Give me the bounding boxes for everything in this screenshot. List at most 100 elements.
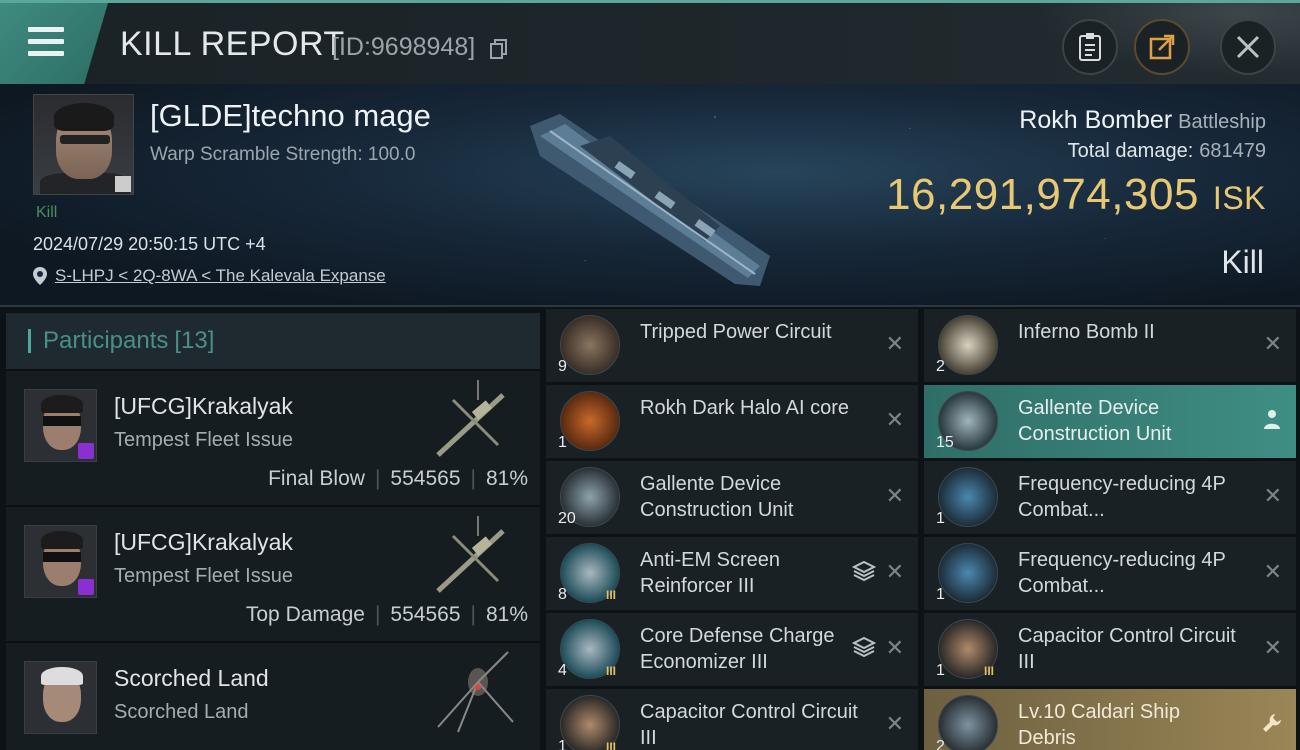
clipboard-icon <box>1079 33 1101 61</box>
items-grid: 9 Tripped Power Circuit ✕ 1 Rokh Dark Ha… <box>546 309 1300 750</box>
destroyed-x-icon: ✕ <box>1263 559 1282 584</box>
item-row[interactable]: 1 Frequency-reducing 4P Combat... ✕ <box>924 537 1296 610</box>
victim-panel: [GLDE]techno mage Warp Scramble Strength… <box>0 84 1300 307</box>
item-row[interactable]: III 1 Capacitor Control Circuit III ✕ <box>924 613 1296 686</box>
participant-damage: 554565 <box>390 603 461 626</box>
bomb-icon <box>938 315 998 375</box>
share-icon <box>1149 34 1175 60</box>
destroyed-x-icon: ✕ <box>885 483 904 508</box>
victim-avatar[interactable] <box>33 94 134 195</box>
stack-icon <box>852 636 876 658</box>
item-row[interactable]: 2 Inferno Bomb II ✕ <box>924 309 1296 382</box>
corp-badge-icon <box>78 443 94 459</box>
participant-ship: Tempest Fleet Issue <box>114 565 293 587</box>
item-name: Gallente Device Construction Unit <box>640 473 794 521</box>
destroyed-x-icon: ✕ <box>1263 483 1282 508</box>
tech-level-badge: III <box>606 664 617 678</box>
participant-ship-image <box>437 651 514 733</box>
item-row[interactable]: III 8 Anti-EM Screen Reinforcer III ✕ <box>546 537 918 610</box>
item-name: Capacitor Control Circuit III <box>640 701 858 749</box>
victim-name[interactable]: [GLDE]techno mage <box>150 98 431 134</box>
destroyed-x-icon: ✕ <box>885 635 904 660</box>
tech-level-badge: III <box>606 588 617 602</box>
circuit-icon <box>560 315 620 375</box>
participants-count: [13] <box>174 327 215 354</box>
participant-ship-image <box>436 380 505 457</box>
share-button[interactable] <box>1134 19 1190 75</box>
participant-percent: 81% <box>485 467 528 490</box>
participant-row[interactable]: [UFCG]Krakalyak Tempest Fleet Issue Top … <box>6 505 540 641</box>
participants-header: Participants [13] <box>6 313 540 369</box>
victim-ship-name[interactable]: Rokh Bomber Battleship <box>1019 106 1266 135</box>
location-link[interactable]: S-LHPJ < 2Q-8WA < The Kalevala Expanse <box>55 266 386 286</box>
participant-stats: Final Blow | 554565 | 81% <box>268 467 528 490</box>
kill-timestamp: 2024/07/29 20:50:15 UTC +4 <box>33 234 266 254</box>
participant-ship: Tempest Fleet Issue <box>114 429 293 451</box>
destroyed-x-icon: ✕ <box>885 711 904 736</box>
participant-stats: Top Damage | 554565 | 81% <box>245 603 528 626</box>
kill-result: Kill <box>1221 244 1264 280</box>
item-name: Frequency-reducing 4P Combat... <box>1018 549 1226 597</box>
victim-ship-image <box>530 114 770 286</box>
ship-class: Battleship <box>1178 111 1266 133</box>
item-name: Gallente Device Construction Unit <box>1018 397 1172 445</box>
item-row-highlighted[interactable]: 15 Gallente Device Construction Unit <box>924 385 1296 458</box>
participant-ship: Scorched Land <box>114 701 249 723</box>
corp-badge-icon <box>78 579 94 595</box>
stack-icon <box>852 560 876 582</box>
destroyed-x-icon: ✕ <box>885 407 904 432</box>
participant-ship-image <box>436 516 505 593</box>
destroyed-x-icon: ✕ <box>1263 635 1282 660</box>
participant-row[interactable]: Scorched Land Scorched Land <box>6 641 540 750</box>
participant-avatar[interactable] <box>24 389 97 462</box>
item-row[interactable]: 1 Frequency-reducing 4P Combat... ✕ <box>924 461 1296 534</box>
isk-value: 16,291,974,305 ISK <box>886 170 1266 219</box>
menu-button[interactable] <box>0 3 108 84</box>
item-name: Inferno Bomb II <box>1018 321 1155 343</box>
victim-kill-tag: Kill <box>36 204 58 221</box>
item-name: Capacitor Control Circuit III <box>1018 625 1236 673</box>
crystal-ammo-icon <box>938 467 998 527</box>
close-button[interactable] <box>1220 19 1276 75</box>
report-id: [ID:9698948] <box>332 33 476 61</box>
item-name: Core Defense Charge Economizer III <box>640 625 835 673</box>
crystal-ammo-icon <box>938 543 998 603</box>
participant-name: [UFCG]Krakalyak <box>114 393 293 419</box>
page-title: KILL REPORT <box>120 25 345 63</box>
kill-location[interactable]: S-LHPJ < 2Q-8WA < The Kalevala Expanse <box>33 266 386 286</box>
copy-icon[interactable] <box>490 39 508 59</box>
header-bar: KILL REPORT [ID:9698948] <box>0 0 1300 87</box>
participant-avatar[interactable] <box>24 525 97 598</box>
menu-icon <box>28 27 64 32</box>
participant-name: [UFCG]Krakalyak <box>114 529 293 555</box>
participant-avatar[interactable] <box>24 661 97 734</box>
tech-level-badge: III <box>606 740 617 750</box>
item-row[interactable]: 20 Gallente Device Construction Unit ✕ <box>546 461 918 534</box>
wrench-icon <box>1263 714 1281 732</box>
item-row-highlighted[interactable]: 2 Lv.10 Caldari Ship Debris <box>924 689 1296 750</box>
item-row[interactable]: III 1 Capacitor Control Circuit III ✕ <box>546 689 918 750</box>
clipboard-button[interactable] <box>1062 19 1118 75</box>
destroyed-x-icon: ✕ <box>885 331 904 356</box>
participant-damage: 554565 <box>390 467 461 490</box>
ai-core-icon <box>560 391 620 451</box>
participant-role: Top Damage <box>245 603 365 626</box>
participant-name: Scorched Land <box>114 665 269 691</box>
participant-row[interactable]: [UFCG]Krakalyak Tempest Fleet Issue Fina… <box>6 369 540 505</box>
item-name: Tripped Power Circuit <box>640 321 832 343</box>
item-name: Rokh Dark Halo AI core <box>640 397 849 419</box>
person-icon <box>1264 410 1280 429</box>
total-damage: Total damage: 681479 <box>1067 140 1266 162</box>
destroyed-x-icon: ✕ <box>1263 331 1282 356</box>
participants-panel: Participants [13] [UFCG]Krakalyak Tempes… <box>6 313 540 750</box>
close-icon <box>1236 35 1260 59</box>
item-row[interactable]: III 4 Core Defense Charge Economizer III… <box>546 613 918 686</box>
item-name: Lv.10 Caldari Ship Debris <box>1018 701 1180 749</box>
participant-percent: 81% <box>485 603 528 626</box>
tech-level-badge: III <box>984 664 995 678</box>
item-name: Anti-EM Screen Reinforcer III <box>640 549 781 597</box>
item-row[interactable]: 9 Tripped Power Circuit ✕ <box>546 309 918 382</box>
destroyed-x-icon: ✕ <box>885 559 904 584</box>
item-row[interactable]: 1 Rokh Dark Halo AI core ✕ <box>546 385 918 458</box>
info-tag-icon <box>115 176 131 192</box>
